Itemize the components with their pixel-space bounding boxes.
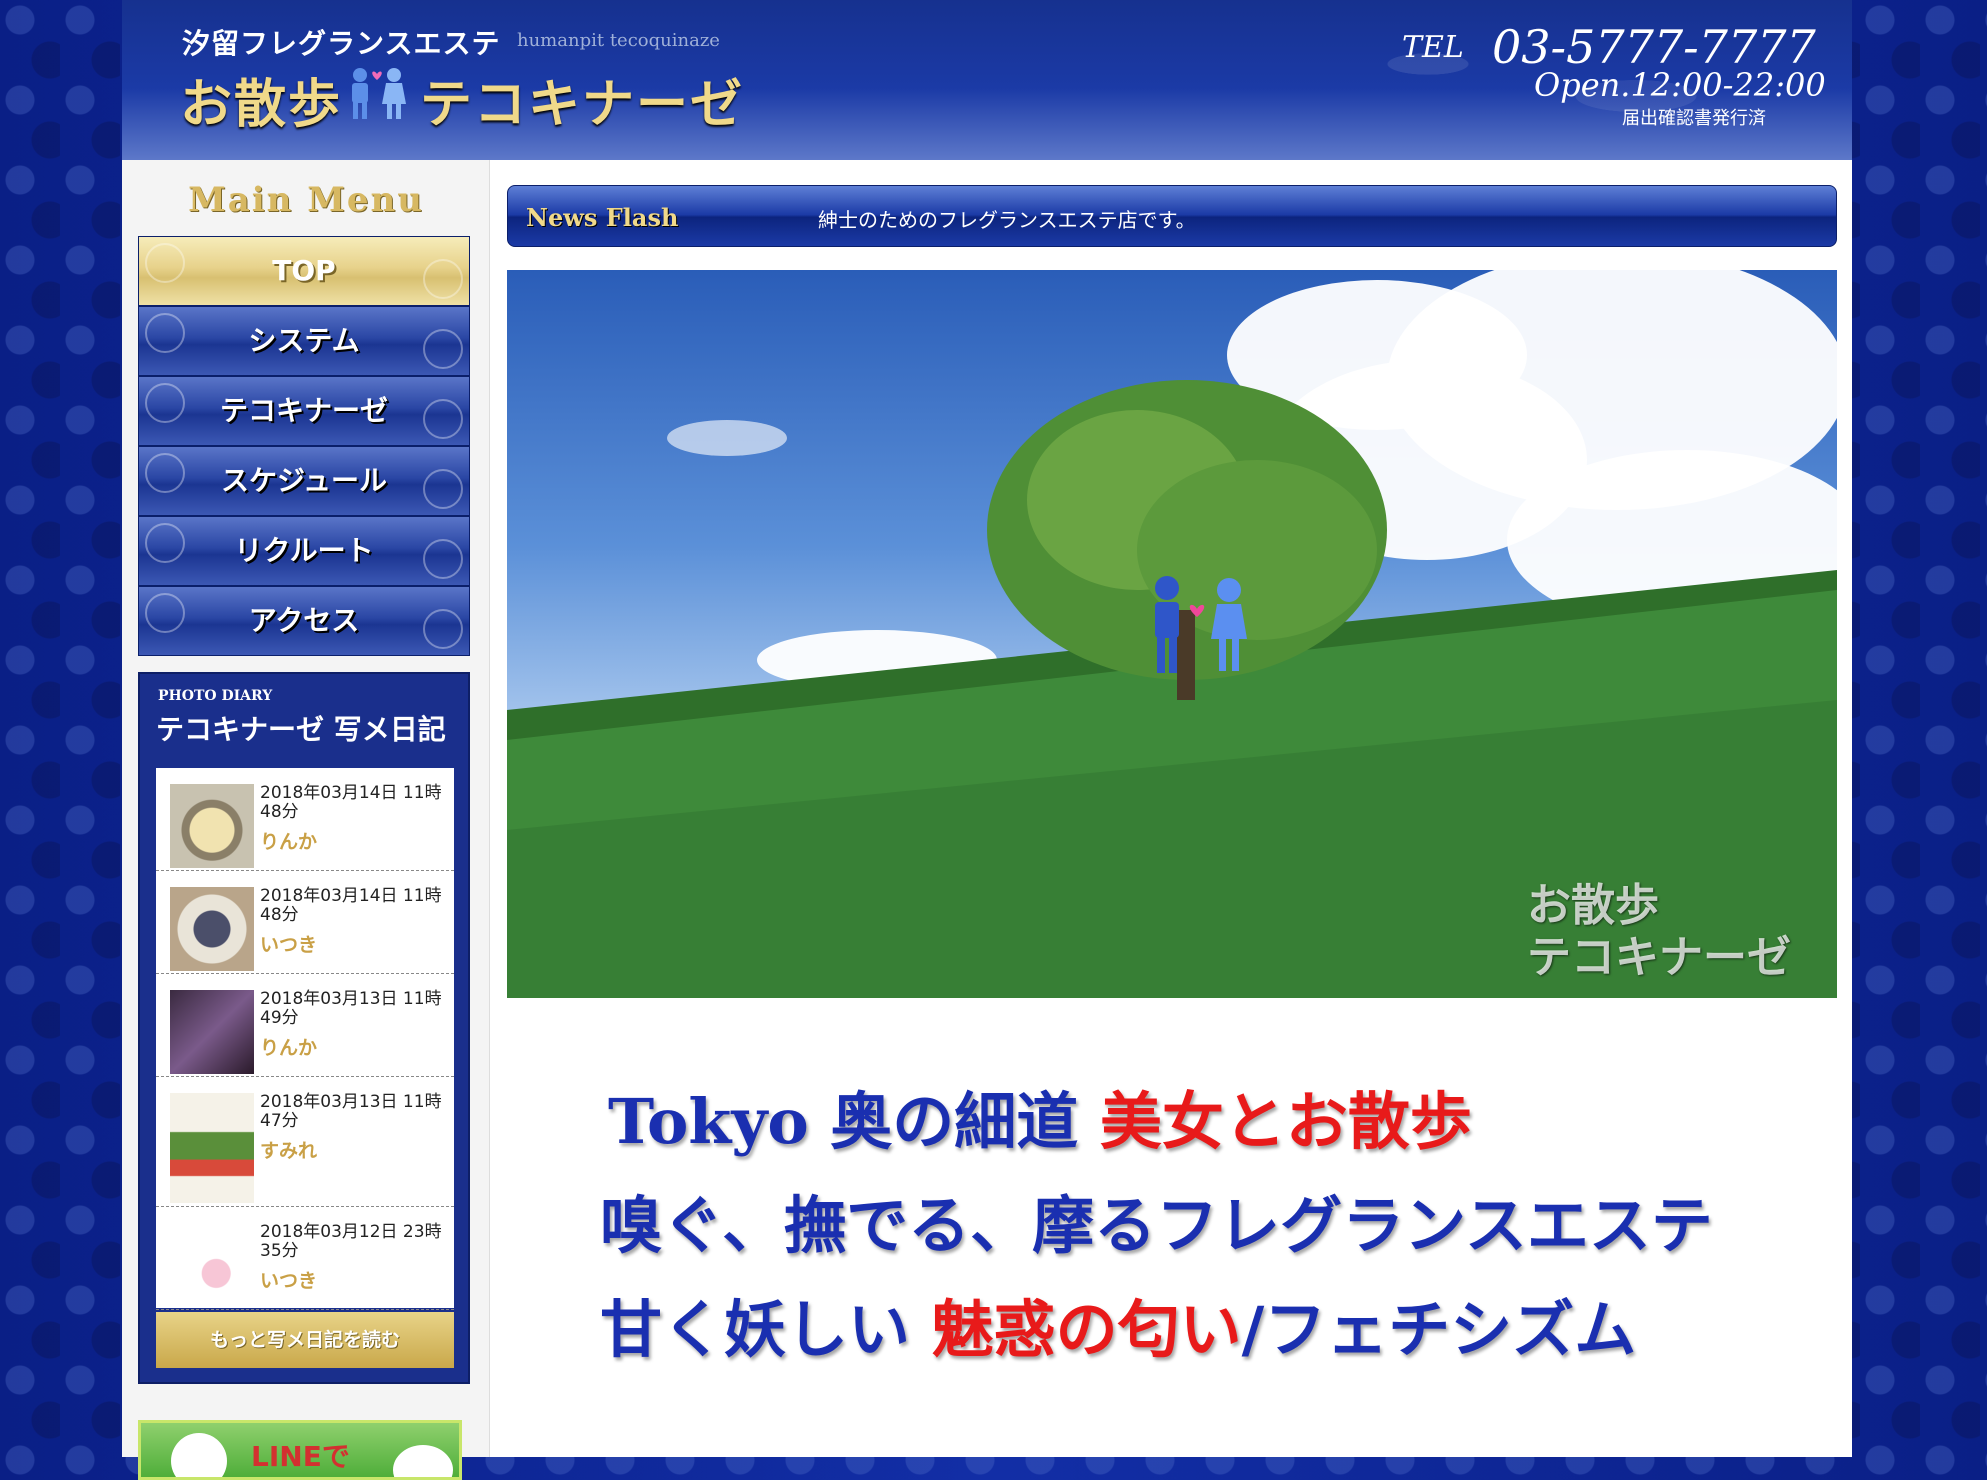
ornament-icon (423, 329, 463, 369)
brand-tagline: 汐留フレグランスエステ (182, 27, 501, 60)
line-banner-text: LINEで (251, 1440, 350, 1473)
menu-item-tecoquinaze[interactable]: テコキナーゼ (138, 376, 470, 446)
hero-image: お散歩 テコキナーゼ (507, 270, 1837, 998)
brand-roman-name: humanpit tecoquinaze (517, 30, 720, 51)
ornament-icon (423, 539, 463, 579)
couple-figures-icon (1155, 576, 1247, 673)
diary-list: 2018年03月14日 11時48分 りんか 2018年03月14日 11時48… (156, 768, 454, 1310)
diary-date: 2018年03月13日 11時49分 (260, 989, 442, 1028)
diary-thumbnail[interactable] (170, 1093, 254, 1203)
main-menu: TOP システム テコキナーゼ スケジュール リクルート アクセス (138, 236, 470, 656)
diary-more-button[interactable]: もっと写メ日記を読む (156, 1312, 454, 1368)
diary-thumbnail[interactable] (170, 784, 254, 868)
menu-item-label: テコキナーゼ (219, 394, 388, 427)
ornament-icon (145, 523, 185, 563)
ornament-icon (145, 453, 185, 493)
sidebar: Main Menu TOP システム テコキナーゼ スケジュール リクルート ア… (122, 160, 490, 1480)
ornament-icon (145, 593, 185, 633)
slogan-1b: 美女とお散歩 (1099, 1085, 1472, 1158)
diary-entry[interactable]: 2018年03月14日 11時48分 りんか (156, 768, 454, 871)
menu-item-label: アクセス (248, 604, 360, 637)
menu-item-top[interactable]: TOP (138, 236, 470, 306)
diary-date: 2018年03月12日 23時35分 (260, 1222, 442, 1261)
news-flash-bar: News Flash 紳士のためのフレグランスエステ店です。 (507, 185, 1837, 247)
diary-thumbnail[interactable] (170, 887, 254, 971)
diary-author[interactable]: いつき (260, 930, 317, 957)
hero-watermark-a: お散歩 (1527, 880, 1659, 931)
slogan-3c: /フェチシズム (1241, 1293, 1637, 1366)
menu-item-schedule[interactable]: スケジュール (138, 446, 470, 516)
open-hours: Open.12:00-22:00 (1534, 66, 1826, 104)
photo-diary: PHOTO DIARY テコキナーゼ 写メ日記 2018年03月14日 11時4… (138, 672, 470, 1384)
menu-item-label: リクルート (234, 534, 374, 567)
line-logo-icon (393, 1445, 453, 1477)
diary-entry[interactable]: 2018年03月12日 23時35分 いつき (156, 1207, 454, 1310)
diary-entry[interactable]: 2018年03月14日 11時48分 いつき (156, 871, 454, 974)
diary-author[interactable]: りんか (260, 827, 317, 854)
hero-watermark-b: テコキナーゼ (1527, 932, 1791, 983)
diary-entry[interactable]: 2018年03月13日 11時49分 りんか (156, 974, 454, 1077)
news-flash-text: 紳士のためのフレグランスエステ店です。 (818, 208, 1196, 232)
ornament-icon (423, 469, 463, 509)
ornament-icon (423, 399, 463, 439)
page: 汐留フレグランスエステ humanpit tecoquinaze お散歩 テコキナ… (122, 0, 1852, 1480)
slogan-3a: 甘く妖しい (600, 1293, 911, 1366)
diary-thumbnail[interactable] (170, 990, 254, 1074)
slogan-3b: 魅惑の匂い (931, 1293, 1242, 1366)
slogan-1a: Tokyo 奥の細道 (608, 1085, 1079, 1158)
brand-name-a: お散歩 (180, 75, 343, 135)
brand-logo[interactable]: お散歩 テコキナーゼ (180, 62, 744, 137)
slogan-line-2: 嗅ぐ、撫でる、摩るフレグランスエステ (600, 1189, 1713, 1262)
news-flash-label: News Flash (526, 203, 679, 232)
tel-label: TEL (1402, 30, 1464, 65)
diary-author[interactable]: すみれ (260, 1136, 317, 1163)
diary-author[interactable]: いつき (260, 1266, 317, 1293)
ornament-icon (145, 313, 185, 353)
diary-date: 2018年03月13日 11時47分 (260, 1092, 442, 1131)
ornament-icon (423, 259, 463, 299)
ornament-icon (423, 609, 463, 649)
site-header: 汐留フレグランスエステ humanpit tecoquinaze お散歩 テコキナ… (122, 0, 1852, 160)
menu-item-recruit[interactable]: リクルート (138, 516, 470, 586)
diary-date: 2018年03月14日 11時48分 (260, 886, 442, 925)
diary-date: 2018年03月14日 11時48分 (260, 783, 442, 822)
heart-icon (1189, 604, 1205, 617)
line-banner[interactable]: LINEで (138, 1420, 462, 1480)
menu-item-label: スケジュール (220, 464, 388, 497)
ornament-icon (145, 243, 185, 283)
couple-figures-icon (352, 68, 406, 119)
hero-watermark: お散歩 テコキナーゼ (1527, 880, 1791, 984)
brand-name-b: テコキナーゼ (420, 75, 745, 135)
diary-entry[interactable]: 2018年03月13日 11時47分 すみれ (156, 1077, 454, 1207)
diary-thumbnail[interactable] (170, 1223, 254, 1307)
menu-title: Main Menu (188, 180, 424, 220)
slogan-block: Tokyo 奥の細道 美女とお散歩 嗅ぐ、撫でる、摩るフレグランスエステ 甘く妖… (600, 1070, 1850, 1382)
slogan-line-1: Tokyo 奥の細道 美女とお散歩 (600, 1070, 1850, 1174)
diary-title: テコキナーゼ 写メ日記 (156, 713, 446, 746)
menu-item-label: TOP (272, 254, 336, 287)
license-notice: 届出確認書発行済 (1622, 108, 1766, 129)
menu-item-access[interactable]: アクセス (138, 586, 470, 656)
menu-item-label: システム (248, 324, 360, 357)
diary-author[interactable]: りんか (260, 1033, 317, 1060)
menu-item-system[interactable]: システム (138, 306, 470, 376)
heart-icon (372, 71, 382, 80)
slogan-line-3: 甘く妖しい 魅惑の匂い/フェチシズム (600, 1278, 1850, 1382)
ornament-icon (145, 383, 185, 423)
diary-subtitle: PHOTO DIARY (158, 688, 273, 704)
